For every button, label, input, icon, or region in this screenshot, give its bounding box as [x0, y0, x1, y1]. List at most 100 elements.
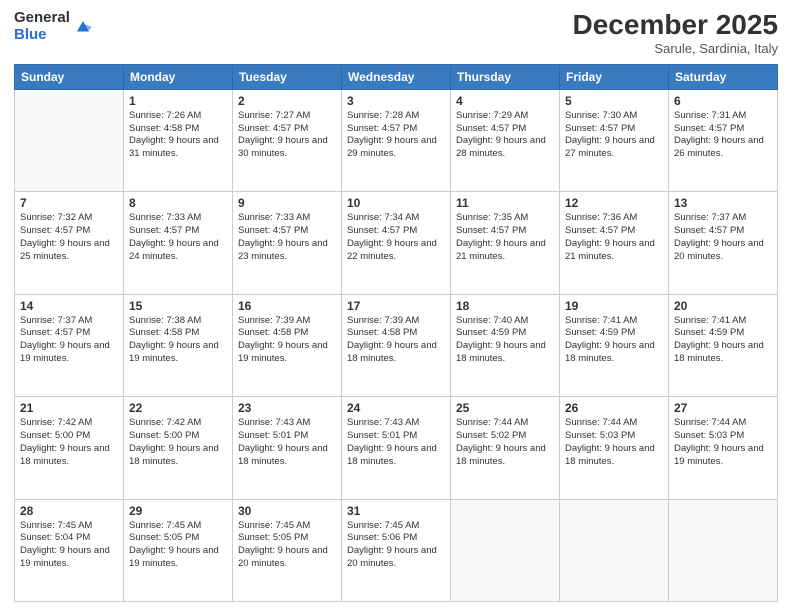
table-row: 21 Sunrise: 7:42 AMSunset: 5:00 PMDayligh… [15, 397, 124, 499]
day-info: Sunrise: 7:33 AMSunset: 4:57 PMDaylight:… [129, 212, 227, 263]
table-row: 2Sunrise: 7:27 AMSunset: 4:57 PMDaylight… [233, 89, 342, 191]
table-row: 3Sunrise: 7:28 AMSunset: 4:57 PMDaylight… [342, 89, 451, 191]
table-row: 5Sunrise: 7:30 AMSunset: 4:57 PMDaylight… [560, 89, 669, 191]
day-number: 16 [238, 299, 336, 313]
header: General Blue December 2025 Sarule, Sardi… [14, 10, 778, 56]
day-info: Sunrise: 7:37 AMSunset: 4:57 PMDaylight:… [20, 315, 118, 366]
calendar-week-row: 1 Sunrise: 7:26 AMSunset: 4:58 PMDaylight… [15, 89, 778, 191]
day-number: 29 [129, 504, 227, 518]
day-number: 7 [20, 196, 118, 210]
table-row: 6 Sunrise: 7:31 AMSunset: 4:57 PMDaylight… [669, 89, 778, 191]
table-row: 27 Sunrise: 7:44 AMSunset: 5:03 PMDayligh… [669, 397, 778, 499]
day-info: Sunrise: 7:33 AMSunset: 4:57 PMDaylight:… [238, 212, 336, 263]
table-row: 18 Sunrise: 7:40 AMSunset: 4:59 PMDayligh… [451, 294, 560, 396]
table-row: 9 Sunrise: 7:33 AMSunset: 4:57 PMDaylight… [233, 192, 342, 294]
day-info: Sunrise: 7:43 AMSunset: 5:01 PMDaylight:… [238, 417, 336, 468]
day-number: 13 [674, 196, 772, 210]
calendar-week-row: 28 Sunrise: 7:45 AMSunset: 5:04 PMDayligh… [15, 499, 778, 601]
table-row [451, 499, 560, 601]
day-number: 1 [129, 94, 227, 108]
day-info: Sunrise: 7:42 AMSunset: 5:00 PMDaylight:… [129, 417, 227, 468]
calendar-week-row: 21 Sunrise: 7:42 AMSunset: 5:00 PMDayligh… [15, 397, 778, 499]
table-row: 26Sunrise: 7:44 AMSunset: 5:03 PMDayligh… [560, 397, 669, 499]
day-info: Sunrise: 7:42 AMSunset: 5:00 PMDaylight:… [20, 417, 118, 468]
day-info: Sunrise: 7:31 AMSunset: 4:57 PMDaylight:… [674, 110, 772, 161]
logo-text: General Blue [14, 10, 70, 43]
day-number: 24 [347, 401, 445, 415]
day-number: 18 [456, 299, 554, 313]
logo: General Blue [14, 10, 92, 43]
table-row: 30 Sunrise: 7:45 AMSunset: 5:05 PMDayligh… [233, 499, 342, 601]
col-sunday: Sunday [15, 64, 124, 89]
day-number: 6 [674, 94, 772, 108]
logo-blue-text: Blue [14, 27, 70, 44]
table-row: 13Sunrise: 7:37 AMSunset: 4:57 PMDayligh… [669, 192, 778, 294]
table-row: 19 Sunrise: 7:41 AMSunset: 4:59 PMDayligh… [560, 294, 669, 396]
table-row [560, 499, 669, 601]
day-info: Sunrise: 7:45 AMSunset: 5:05 PMDaylight:… [129, 520, 227, 571]
day-number: 2 [238, 94, 336, 108]
day-number: 21 [20, 401, 118, 415]
day-info: Sunrise: 7:38 AMSunset: 4:58 PMDaylight:… [129, 315, 227, 366]
location: Sarule, Sardinia, Italy [573, 41, 778, 56]
col-friday: Friday [560, 64, 669, 89]
day-info: Sunrise: 7:35 AMSunset: 4:57 PMDaylight:… [456, 212, 554, 263]
day-number: 22 [129, 401, 227, 415]
day-number: 14 [20, 299, 118, 313]
table-row: 15 Sunrise: 7:38 AMSunset: 4:58 PMDayligh… [124, 294, 233, 396]
table-row: 20 Sunrise: 7:41 AMSunset: 4:59 PMDayligh… [669, 294, 778, 396]
table-row: 17Sunrise: 7:39 AMSunset: 4:58 PMDayligh… [342, 294, 451, 396]
table-row: 7 Sunrise: 7:32 AMSunset: 4:57 PMDaylight… [15, 192, 124, 294]
table-row [669, 499, 778, 601]
table-row: 25 Sunrise: 7:44 AMSunset: 5:02 PMDayligh… [451, 397, 560, 499]
day-info: Sunrise: 7:39 AMSunset: 4:58 PMDaylight:… [238, 315, 336, 366]
day-number: 3 [347, 94, 445, 108]
calendar-table: Sunday Monday Tuesday Wednesday Thursday… [14, 64, 778, 602]
day-info: Sunrise: 7:45 AMSunset: 5:04 PMDaylight:… [20, 520, 118, 571]
day-number: 19 [565, 299, 663, 313]
day-info: Sunrise: 7:30 AMSunset: 4:57 PMDaylight:… [565, 110, 663, 161]
day-number: 12 [565, 196, 663, 210]
day-info: Sunrise: 7:41 AMSunset: 4:59 PMDaylight:… [674, 315, 772, 366]
title-area: December 2025 Sarule, Sardinia, Italy [573, 10, 778, 56]
day-info: Sunrise: 7:45 AMSunset: 5:05 PMDaylight:… [238, 520, 336, 571]
day-info: Sunrise: 7:43 AMSunset: 5:01 PMDaylight:… [347, 417, 445, 468]
day-info: Sunrise: 7:26 AMSunset: 4:58 PMDaylight:… [129, 110, 227, 161]
page: General Blue December 2025 Sarule, Sardi… [0, 0, 792, 612]
table-row: 1 Sunrise: 7:26 AMSunset: 4:58 PMDaylight… [124, 89, 233, 191]
col-monday: Monday [124, 64, 233, 89]
col-thursday: Thursday [451, 64, 560, 89]
day-number: 9 [238, 196, 336, 210]
day-number: 27 [674, 401, 772, 415]
logo-general-text: General [14, 10, 70, 27]
day-number: 17 [347, 299, 445, 313]
day-info: Sunrise: 7:32 AMSunset: 4:57 PMDaylight:… [20, 212, 118, 263]
table-row: 8Sunrise: 7:33 AMSunset: 4:57 PMDaylight… [124, 192, 233, 294]
day-info: Sunrise: 7:40 AMSunset: 4:59 PMDaylight:… [456, 315, 554, 366]
logo-icon [74, 18, 92, 36]
day-number: 30 [238, 504, 336, 518]
day-info: Sunrise: 7:44 AMSunset: 5:03 PMDaylight:… [674, 417, 772, 468]
table-row: 23 Sunrise: 7:43 AMSunset: 5:01 PMDayligh… [233, 397, 342, 499]
header-row: Sunday Monday Tuesday Wednesday Thursday… [15, 64, 778, 89]
table-row: 10Sunrise: 7:34 AMSunset: 4:57 PMDayligh… [342, 192, 451, 294]
col-saturday: Saturday [669, 64, 778, 89]
table-row: 12Sunrise: 7:36 AMSunset: 4:57 PMDayligh… [560, 192, 669, 294]
day-info: Sunrise: 7:44 AMSunset: 5:02 PMDaylight:… [456, 417, 554, 468]
day-number: 23 [238, 401, 336, 415]
day-info: Sunrise: 7:41 AMSunset: 4:59 PMDaylight:… [565, 315, 663, 366]
day-info: Sunrise: 7:45 AMSunset: 5:06 PMDaylight:… [347, 520, 445, 571]
table-row: 22 Sunrise: 7:42 AMSunset: 5:00 PMDayligh… [124, 397, 233, 499]
day-number: 15 [129, 299, 227, 313]
day-number: 28 [20, 504, 118, 518]
calendar-week-row: 14 Sunrise: 7:37 AMSunset: 4:57 PMDayligh… [15, 294, 778, 396]
table-row: 28 Sunrise: 7:45 AMSunset: 5:04 PMDayligh… [15, 499, 124, 601]
day-number: 20 [674, 299, 772, 313]
day-number: 11 [456, 196, 554, 210]
day-number: 25 [456, 401, 554, 415]
table-row: 29 Sunrise: 7:45 AMSunset: 5:05 PMDayligh… [124, 499, 233, 601]
table-row: 31Sunrise: 7:45 AMSunset: 5:06 PMDayligh… [342, 499, 451, 601]
day-info: Sunrise: 7:44 AMSunset: 5:03 PMDaylight:… [565, 417, 663, 468]
table-row [15, 89, 124, 191]
table-row: 4Sunrise: 7:29 AMSunset: 4:57 PMDaylight… [451, 89, 560, 191]
